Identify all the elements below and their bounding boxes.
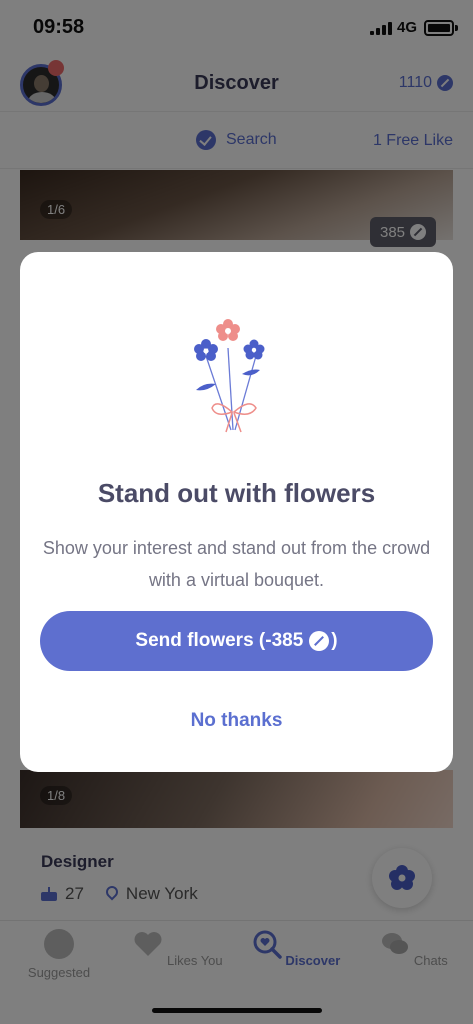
send-flowers-label: Send flowers (-385 (135, 630, 304, 651)
send-flowers-label-suffix: ) (331, 630, 338, 651)
send-flowers-button[interactable]: Send flowers (-385 ) (40, 611, 433, 671)
no-thanks-button[interactable]: No thanks (20, 710, 453, 732)
app-screen: 09:58 4G Discover 1110 Search 1 Free Lik… (0, 0, 473, 1024)
coin-icon (309, 631, 330, 651)
bouquet-illustration (194, 319, 265, 433)
modal-description: Show your interest and stand out from th… (42, 538, 431, 590)
flowers-modal: Stand out with flowers Show your interes… (20, 252, 453, 772)
modal-title: Stand out with flowers (97, 478, 376, 508)
